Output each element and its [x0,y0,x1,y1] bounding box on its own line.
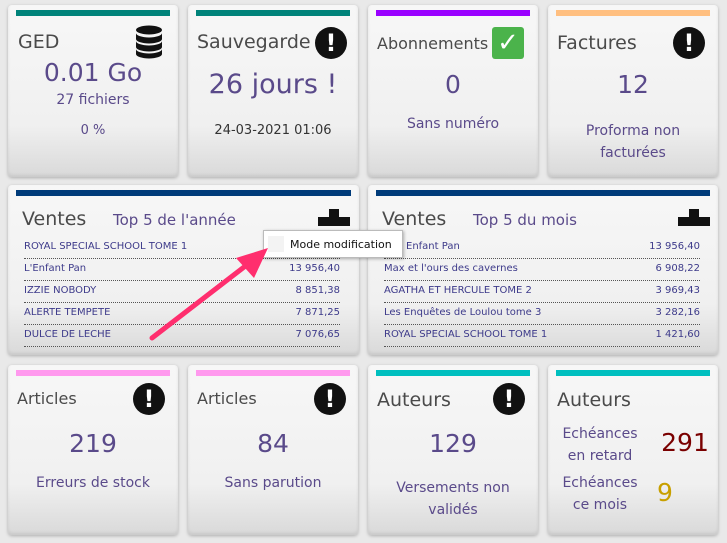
warning-icon: ! [314,383,346,415]
list-item[interactable]: AGATHA ET HERCULE TOME 2 3 969,43 [384,280,700,303]
articles-parution-label: Sans parution [224,475,322,491]
ventes-annee-title: Ventes [22,208,87,230]
ged-card-bar [16,10,170,16]
warning-icon: ! [493,383,525,415]
list-item-value: 7 076,65 [295,329,340,340]
sauvegarde-title: Sauvegarde [197,31,311,53]
sauvegarde-card[interactable]: Sauvegarde ! 26 jours ! 24-03-2021 01:06 [188,5,358,177]
auteurs-echeances-title: Auteurs [557,389,631,411]
auteurs-versements-card[interactable]: Auteurs ! 129 Versements non validés [368,365,538,535]
list-item[interactable]: ROYAL SPECIAL SCHOOL TOME 1 1 421,60 [384,324,700,347]
factures-card-bar [556,10,710,16]
ged-percent: 0 % [80,123,106,138]
warning-icon: ! [133,383,165,415]
stamp-icon[interactable] [678,209,710,230]
warning-icon: ! [315,27,347,59]
articles-stock-bar [16,370,170,376]
list-item[interactable]: Max et l'ours des cavernes 6 908,22 [384,258,700,281]
echeances-month-line2: ce mois [572,497,628,513]
sauvegarde-days: 26 jours ! [208,69,338,100]
list-item-name: L'Enfant Pan [24,263,87,274]
abonnements-title: Abonnements [377,34,489,53]
list-item-name: Max et l'ours des cavernes [384,263,518,274]
echeances-late-count: 291 [661,428,709,457]
articles-parution-bar [196,370,350,376]
factures-title: Factures [557,32,637,54]
ventes-annee-subtitle: Top 5 de l'année [113,211,236,229]
abonnements-card-bar [376,10,530,16]
auteurs-versements-label-line2: validés [428,502,478,518]
factures-label-line2: facturées [600,145,666,161]
list-item-name: AGATHA ET HERCULE TOME 2 [384,285,532,296]
list-item-name: Enfant Pan [406,241,460,252]
echeances-month-line1: Echéances [562,475,638,491]
sauvegarde-date: 24-03-2021 01:06 [214,123,332,138]
auteurs-echeances-bar [556,370,710,376]
factures-card[interactable]: Factures ! 12 Proforma non facturées [548,5,718,177]
list-item[interactable]: Les Enquêtes de Loulou tome 3 3 282,16 [384,302,700,325]
articles-stock-title: Articles [17,389,77,408]
list-item-value: 1 421,60 [655,329,700,340]
list-item-value: 3 969,43 [655,285,700,296]
arrow-annotation-icon [149,248,268,341]
check-icon: ✓ [492,27,524,59]
articles-parution-card[interactable]: Articles ! 84 Sans parution [188,365,358,535]
list-item-value: 13 956,40 [289,263,340,274]
articles-stock-card[interactable]: Articles ! 219 Erreurs de stock [8,365,178,535]
tooltip-label: Mode modification [290,238,392,251]
list-item-name: Les Enquêtes de Loulou tome 3 [384,307,542,318]
ventes-annee-bar [16,190,351,196]
articles-parution-title: Articles [197,389,257,408]
ged-card[interactable]: GED 0.01 Go 27 fichiers 0 % [8,5,178,177]
ged-files: 27 fichiers [56,92,130,108]
list-item-name: IZZIE NOBODY [24,285,97,296]
ventes-mois-title: Ventes [382,208,447,230]
articles-stock-count: 219 [69,429,117,458]
ventes-mois-bar [376,190,710,196]
abonnements-count: 0 [445,70,461,99]
articles-stock-label: Erreurs de stock [36,475,150,491]
list-item-value: 8 851,38 [295,285,340,296]
list-item-value: 7 871,25 [295,307,340,318]
auteurs-echeances-card[interactable]: Auteurs Echéances en retard 291 Echéance… [548,365,718,535]
ged-size: 0.01 Go [43,58,143,87]
auteurs-versements-bar [376,370,530,376]
list-item[interactable]: Enfant Pan 13 956,40 [384,236,700,259]
auteurs-versements-label-line1: Versements non [396,480,510,496]
factures-count: 12 [617,70,649,99]
abonnements-card[interactable]: Abonnements ✓ 0 Sans numéro [368,5,538,177]
list-item-value: 6 908,22 [655,263,700,274]
echeances-month-count: 9 [657,478,673,507]
ged-title: GED [18,31,60,53]
echeances-late-line1: Echéances [562,426,638,442]
stamp-icon[interactable] [318,209,350,230]
echeances-late-line2: en retard [567,448,633,464]
warning-icon: ! [673,27,705,59]
auteurs-versements-count: 129 [429,429,477,458]
abonnements-label: Sans numéro [406,116,500,132]
list-item-name: ROYAL SPECIAL SCHOOL TOME 1 [384,329,548,340]
list-item-name: ALERTE TEMPETE [24,307,111,318]
list-item-value: 13 956,40 [649,241,700,252]
articles-parution-count: 84 [257,429,289,458]
mode-modification-tooltip: Mode modification [263,230,403,258]
list-item-name: DULCE DE LECHE [24,329,111,340]
list-item-value: 3 282,16 [655,307,700,318]
auteurs-versements-title: Auteurs [377,389,451,411]
factures-label-line1: Proforma non [585,123,681,139]
sauvegarde-card-bar [196,10,350,16]
ventes-mois-subtitle: Top 5 du mois [473,211,577,229]
